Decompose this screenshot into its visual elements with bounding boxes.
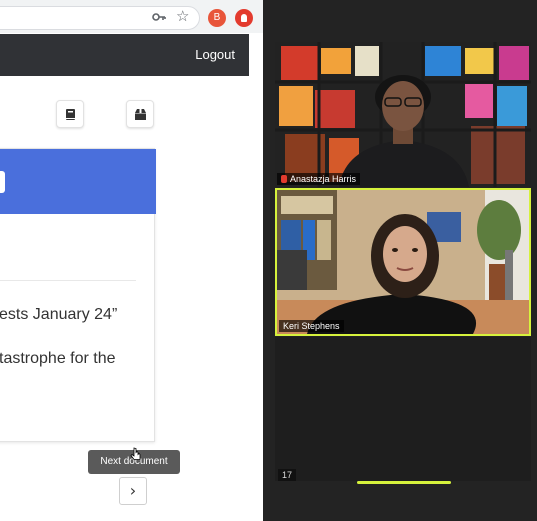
url-input[interactable]: [0, 6, 200, 30]
gallery-page-number: 17: [278, 469, 297, 481]
participant-name: Keri Stephens: [283, 321, 340, 331]
archive-box-icon: [135, 109, 146, 120]
document-text-line: tastrophe for the: [0, 350, 116, 367]
header-tab[interactable]: [0, 171, 5, 193]
book-button[interactable]: [56, 100, 84, 128]
key-icon[interactable]: [152, 10, 166, 24]
browser-window: ☆ B Logout ests January 24” tastrophe fo…: [0, 0, 263, 521]
book-icon: [66, 109, 75, 120]
participant-video-feed: [277, 190, 529, 334]
extension-b-icon[interactable]: B: [208, 9, 226, 27]
participant-name: Anastazja Harris: [290, 174, 357, 184]
address-bar: ☆ B: [0, 0, 263, 33]
participant-name-tag: Anastazja Harris: [277, 173, 361, 185]
document-text-line: ests January 24”: [0, 306, 118, 323]
participant-video-tile[interactable]: Anastazja Harris: [275, 42, 531, 187]
extension-record-icon[interactable]: [235, 9, 253, 27]
mouse-pointer-icon: [130, 447, 141, 460]
active-speaker-video-tile[interactable]: Keri Stephens: [275, 188, 531, 336]
top-navbar: Logout: [0, 34, 249, 76]
participant-name-tag: Keri Stephens: [279, 320, 344, 332]
video-call-panel: Anastazja Harris Keri Stephens: [263, 0, 537, 521]
gallery-scroll-indicator[interactable]: [357, 481, 451, 484]
bookmark-star-icon[interactable]: ☆: [176, 8, 189, 24]
participant-video-feed: [275, 42, 531, 187]
divider: [0, 280, 136, 281]
archive-button[interactable]: [126, 100, 154, 128]
microphone-muted-icon: [281, 175, 287, 183]
empty-gallery-area: [275, 337, 531, 481]
document-header: [0, 149, 156, 214]
document-card: ests January 24” tastrophe for the: [0, 148, 156, 442]
logout-link[interactable]: Logout: [195, 47, 235, 62]
next-document-button[interactable]: ›: [119, 477, 147, 505]
